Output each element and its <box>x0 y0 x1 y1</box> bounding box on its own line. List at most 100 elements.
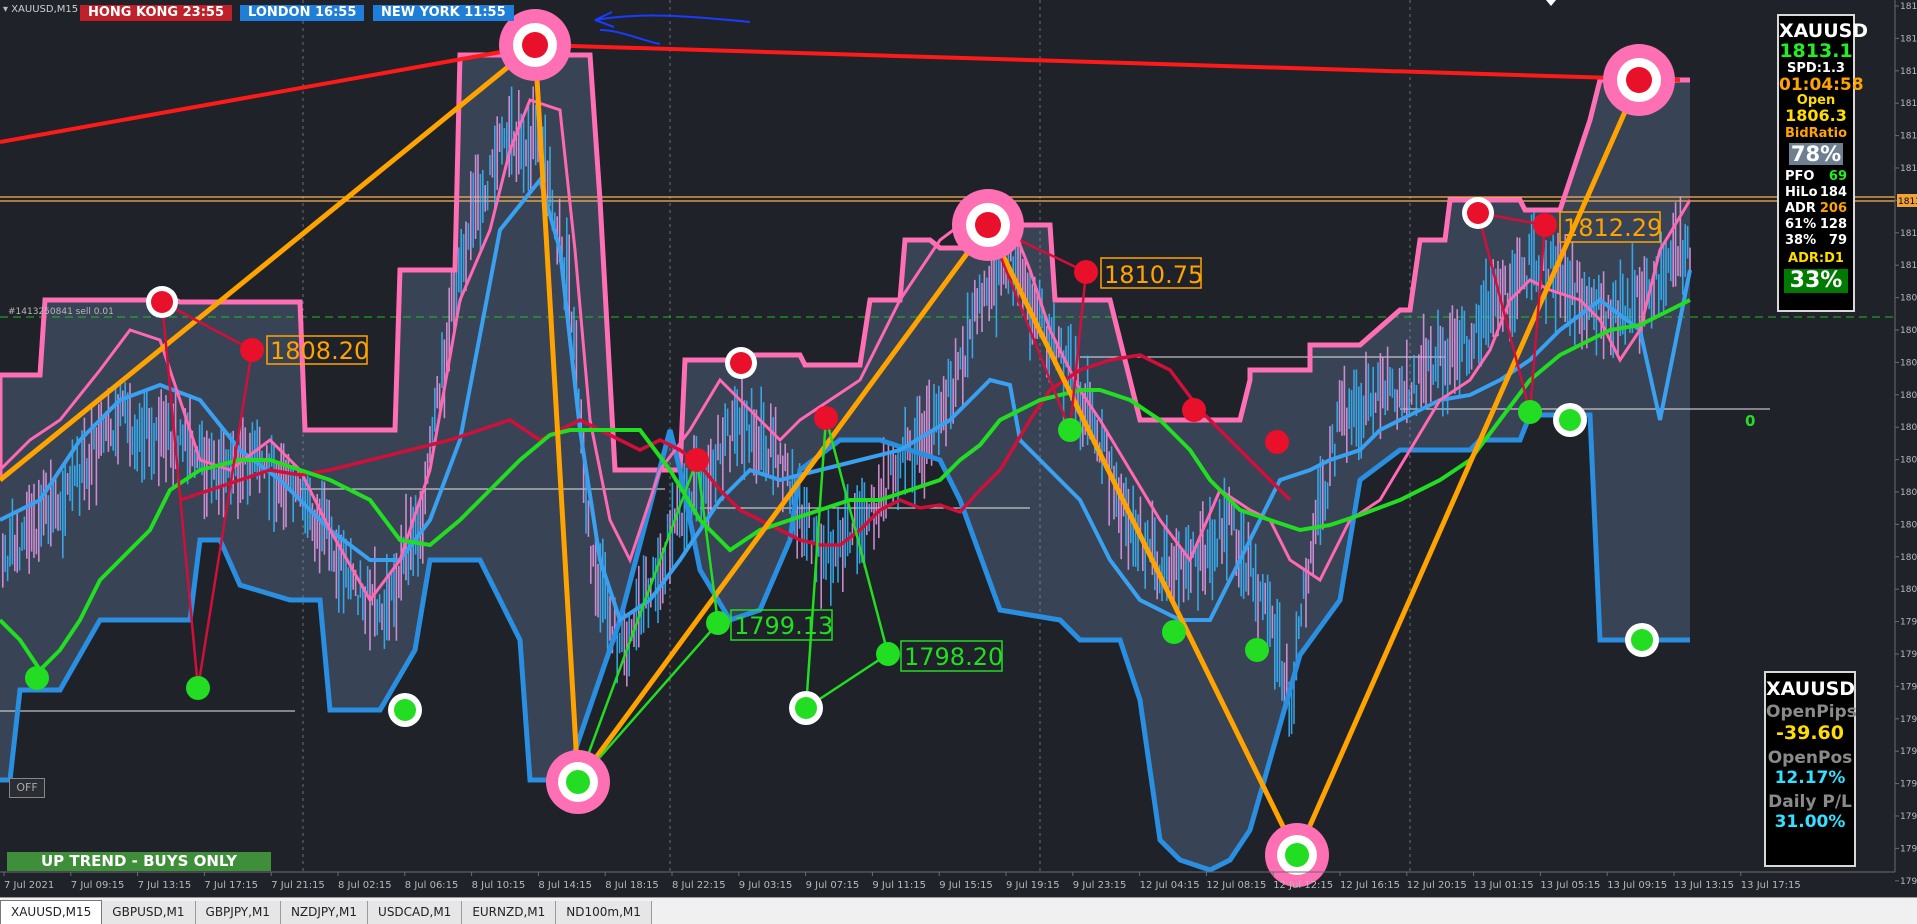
price-bar <box>549 146 551 207</box>
price-bar <box>1432 364 1434 385</box>
price-label-1808: 1808.20 <box>270 337 369 365</box>
stat-row: HiLo 184 <box>1779 185 1853 201</box>
price-bar <box>1619 259 1622 336</box>
price-bar <box>14 534 16 572</box>
price-bar <box>150 407 153 480</box>
tab-xauusd-m15[interactable]: XAUUSD,M15 <box>0 900 103 924</box>
price-tick: 1800.10 <box>1900 585 1917 595</box>
tab-nd100m-m1[interactable]: ND100m,M1 <box>556 901 652 924</box>
price-bar <box>138 402 141 452</box>
price-bar <box>273 442 275 532</box>
price-bar <box>609 596 611 641</box>
price-bar <box>1602 271 1605 360</box>
price-bar <box>1595 289 1598 356</box>
time-tick: 13 Jul 01:15 <box>1474 880 1534 891</box>
price-bar <box>11 498 14 565</box>
tab-nzdjpy-m1[interactable]: NZDJPY,M1 <box>280 901 369 924</box>
info-open-value: 1806.3 <box>1785 106 1847 125</box>
price-bar <box>736 389 738 467</box>
price-bar <box>717 414 719 461</box>
price-bar <box>158 396 160 487</box>
price-bar <box>1331 424 1334 454</box>
info-timer: 01:04:58 <box>1779 75 1864 95</box>
price-tick: 1791.70 <box>1900 844 1917 854</box>
price-bar <box>28 484 30 574</box>
price-bar <box>1269 581 1271 647</box>
red-marker <box>685 448 709 472</box>
price-bar <box>1223 477 1226 553</box>
price-bar <box>398 565 400 599</box>
price-bar <box>813 517 815 545</box>
price-chart[interactable]: 1808.20 1810.75 1812.29 1799.13 1798.20 … <box>0 0 1917 896</box>
price-bar <box>642 555 645 633</box>
price-bar <box>376 599 378 636</box>
price-bar <box>830 531 832 606</box>
price-bar <box>1473 323 1475 359</box>
price-bar <box>182 424 184 462</box>
red-marker <box>814 406 838 430</box>
price-bar <box>1173 546 1175 601</box>
info-bidratio-value: 78% <box>1789 142 1843 166</box>
price-bar <box>1233 505 1235 531</box>
price-bar <box>1197 540 1199 611</box>
price-bar <box>741 375 743 464</box>
price-bar <box>748 424 750 463</box>
price-bar <box>568 234 570 323</box>
tab-eurnzd-m1[interactable]: EURNZD,M1 <box>462 901 557 924</box>
price-bar <box>1583 272 1586 331</box>
price-bar <box>1355 369 1358 447</box>
price-bar <box>1391 368 1394 398</box>
price-bar <box>1670 240 1672 282</box>
price-bar <box>1245 562 1247 592</box>
price-bar <box>1271 605 1274 639</box>
price-bar <box>359 560 362 598</box>
price-bar <box>414 495 417 555</box>
price-bar <box>1382 356 1384 409</box>
bottom-marker <box>1553 403 1587 437</box>
price-bar <box>508 96 510 178</box>
tab-usdcad-m1[interactable]: USDCAD,M1 <box>368 901 463 924</box>
price-bar <box>1480 285 1482 367</box>
price-bar <box>962 326 964 407</box>
price-bar <box>1446 338 1449 415</box>
price-bar <box>1266 574 1269 650</box>
price-bar <box>462 234 465 282</box>
price-bar <box>218 439 220 515</box>
price-label-1799: 1799.13 <box>734 612 833 640</box>
price-marker: 1813.12 <box>1898 197 1917 207</box>
price-tick: 1803.25 <box>1900 488 1917 498</box>
bottom-marker <box>789 691 823 725</box>
tab-gbpusd-m1[interactable]: GBPUSD,M1 <box>102 901 196 924</box>
price-tick: 1794.85 <box>1900 747 1917 757</box>
price-bar <box>971 292 974 359</box>
price-bar <box>1324 480 1326 521</box>
price-bar <box>1626 278 1629 319</box>
price-bar <box>1665 239 1667 306</box>
price-bar <box>357 594 359 616</box>
price-bar <box>510 86 513 175</box>
green-marker <box>706 611 730 635</box>
price-tick: 1798.00 <box>1900 650 1917 660</box>
price-bar <box>1475 303 1478 334</box>
price-bar <box>1226 494 1228 581</box>
price-bar <box>1218 499 1221 540</box>
price-bar <box>1154 517 1156 591</box>
off-button[interactable]: OFF <box>9 778 45 798</box>
stat-row: 38% 79 <box>1779 233 1853 249</box>
tab-gbpjpy-m1[interactable]: GBPJPY,M1 <box>195 901 281 924</box>
price-bar <box>246 460 249 505</box>
price-bar <box>170 431 172 468</box>
price-bar <box>928 379 930 455</box>
price-bar <box>767 448 770 478</box>
price-bar <box>887 442 890 490</box>
price-bar <box>719 443 722 465</box>
price-bar <box>606 585 609 654</box>
stat-label: HiLo <box>1785 185 1818 200</box>
price-tick: 1810.60 <box>1900 261 1917 271</box>
session-newyork: NEW YORK 11:55 <box>373 5 514 21</box>
scroll-marker-icon[interactable] <box>1546 0 1556 6</box>
price-bar <box>1470 323 1473 370</box>
price-bar <box>333 550 335 572</box>
price-bar <box>731 400 734 442</box>
price-bar <box>83 417 86 501</box>
